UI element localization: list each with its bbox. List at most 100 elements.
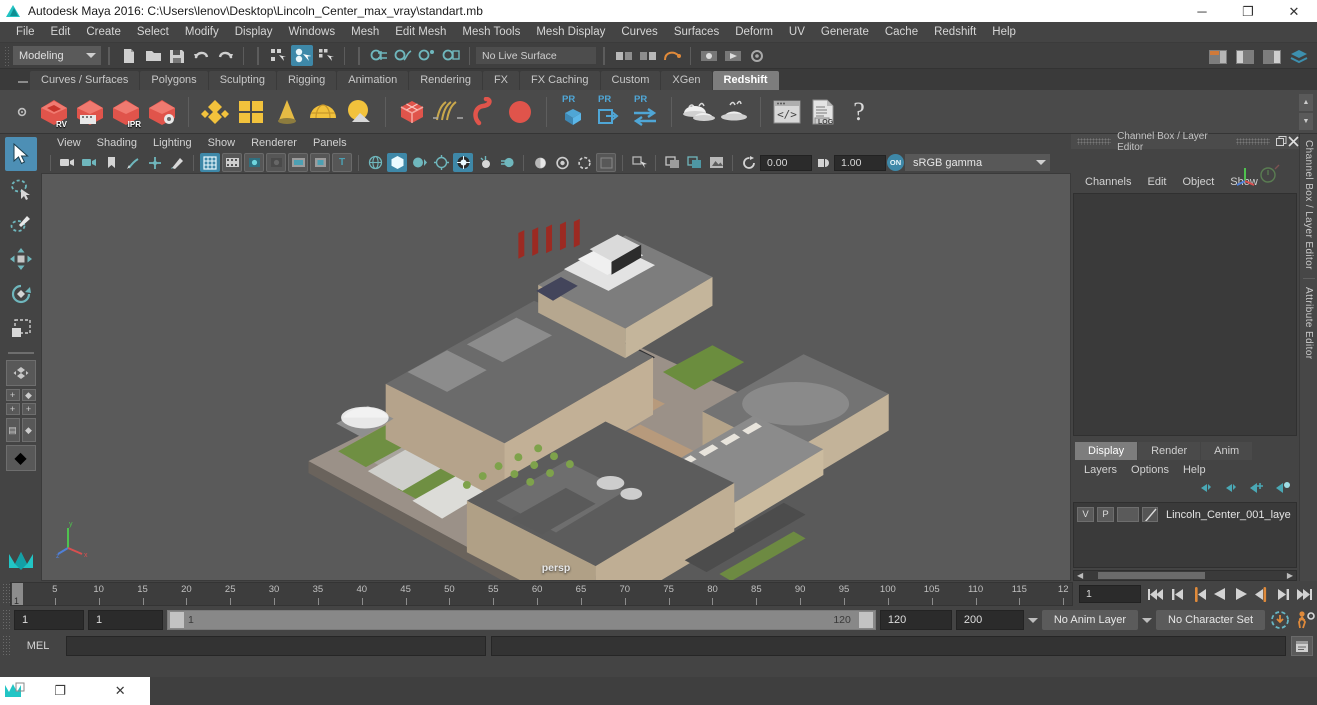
exposure-reset-icon[interactable] [739, 153, 759, 172]
layer-state-toggle[interactable] [1117, 507, 1139, 522]
exposure-swatch-icon[interactable] [596, 153, 616, 172]
layout-quad-cell[interactable]: + [5, 389, 20, 401]
redshift-hair-button[interactable] [430, 93, 466, 131]
menu-redshift[interactable]: Redshift [926, 24, 984, 40]
panel-drag-handle[interactable] [1236, 138, 1271, 145]
new-layer-from-selected-icon[interactable] [1275, 481, 1291, 499]
menu-cache[interactable]: Cache [877, 24, 926, 40]
single-perspective-layout-button[interactable] [5, 360, 36, 386]
shelf-tab-animation[interactable]: Animation [337, 71, 409, 90]
paint-select-tool[interactable] [5, 207, 37, 241]
perspective-viewport[interactable]: y z x persp [41, 173, 1071, 581]
shelf-grip[interactable] [16, 74, 30, 90]
redshift-help-button[interactable]: ? [841, 93, 877, 131]
range-slider-grip[interactable] [2, 609, 10, 631]
step-back-frame-icon[interactable] [1189, 584, 1208, 604]
time-slider[interactable]: 1 5 10 15 20 25 30 35 40 45 50 55 60 65 70 75 80 85 90 95 1… [10, 582, 1073, 606]
show-hide-channel-box-icon[interactable] [1261, 46, 1283, 67]
layout-quad-cell[interactable]: ◆ [21, 389, 36, 401]
scale-tool[interactable] [5, 312, 37, 346]
layer-menu-layers[interactable]: Layers [1077, 463, 1124, 477]
redshift-ipr-button[interactable]: IPR [108, 93, 144, 131]
menu-help[interactable]: Help [984, 24, 1024, 40]
undock-icon[interactable] [1276, 136, 1287, 148]
wireframe-shading-icon[interactable] [365, 153, 385, 172]
menu-display[interactable]: Display [227, 24, 281, 40]
select-by-object-icon[interactable] [291, 45, 313, 66]
two-d-pan-zoom-icon[interactable] [145, 153, 165, 172]
redshift-render-settings-button[interactable] [144, 93, 180, 131]
layout-pane-cell[interactable]: ◆ [21, 418, 36, 442]
redo-icon[interactable] [214, 45, 236, 66]
viewport-menu-panels[interactable]: Panels [305, 136, 355, 150]
shelf-tab-fx[interactable]: FX [482, 71, 520, 90]
shelf-tab-rendering[interactable]: Rendering [409, 71, 482, 90]
move-tool[interactable] [5, 242, 37, 276]
select-by-component-icon[interactable] [315, 45, 337, 66]
redshift-dome-light-button[interactable] [305, 93, 341, 131]
animation-end-field[interactable]: 200 [955, 610, 1024, 630]
maximize-button[interactable]: ❐ [1225, 0, 1271, 22]
menu-select[interactable]: Select [129, 24, 177, 40]
menu-uv[interactable]: UV [781, 24, 813, 40]
menu-modify[interactable]: Modify [177, 24, 227, 40]
viewport-menu-view[interactable]: View [49, 136, 89, 150]
grease-pencil-icon[interactable] [167, 153, 187, 172]
range-start-field[interactable]: 1 [88, 610, 163, 630]
resolution-gate-icon[interactable] [244, 153, 264, 172]
layer-menu-options[interactable]: Options [1124, 463, 1176, 477]
chevron-down-icon[interactable] [1142, 617, 1153, 623]
tab-anim[interactable]: Anim [1201, 442, 1253, 460]
script-editor-icon[interactable] [1291, 636, 1313, 656]
redshift-render-view-button[interactable]: RV [36, 93, 72, 131]
command-language-label[interactable]: MEL [15, 640, 61, 652]
redshift-spot-light-button[interactable] [269, 93, 305, 131]
close-button[interactable]: ✕ [1271, 0, 1317, 22]
scroll-right-icon[interactable]: ▶ [1284, 571, 1296, 580]
shelf-tab-sculpting[interactable]: Sculpting [208, 71, 276, 90]
redshift-texture-button[interactable] [233, 93, 269, 131]
layout-quad-cell[interactable]: + [21, 403, 36, 415]
redshift-dome-light-1-button[interactable] [680, 93, 716, 131]
duplicate-view-icon[interactable] [662, 153, 682, 172]
redshift-script-editor-button[interactable]: </> [769, 93, 805, 131]
character-set-selector[interactable]: No Character Set [1156, 610, 1265, 630]
gamma-value-field[interactable]: 1.00 [834, 154, 886, 171]
shelf-tab-custom[interactable]: Custom [600, 71, 661, 90]
shelf-tab-redshift[interactable]: Redshift [712, 71, 779, 90]
two-pane-layout-button[interactable]: ▤ ◆ [5, 418, 36, 442]
show-hide-attribute-editor-icon[interactable] [1207, 46, 1229, 67]
menu-set-selector[interactable]: Modeling [13, 46, 101, 65]
maya-taskbar-icon[interactable] [0, 677, 30, 705]
film-gate-mask-icon[interactable] [288, 153, 308, 172]
step-back-keyframe-icon[interactable] [1168, 584, 1187, 604]
layer-name-label[interactable]: Lincoln_Center_001_laye [1166, 509, 1291, 521]
bookmark-icon[interactable] [101, 153, 121, 172]
gate-mask-icon[interactable] [266, 153, 286, 172]
channelbox-menu-channels[interactable]: Channels [1077, 174, 1139, 190]
color-management-toggle[interactable]: ON [887, 154, 904, 171]
render-settings-icon[interactable] [746, 45, 768, 66]
scrollbar-thumb[interactable] [1098, 572, 1205, 579]
smooth-shade-all-icon[interactable] [387, 153, 407, 172]
panel-drag-handle[interactable] [1077, 138, 1112, 145]
channelbox-menu-edit[interactable]: Edit [1139, 174, 1174, 190]
layer-visibility-toggle[interactable]: V [1077, 507, 1094, 522]
viewport-menu-renderer[interactable]: Renderer [243, 136, 305, 150]
layout-quad-cell[interactable]: + [5, 403, 20, 415]
shadows-icon[interactable] [453, 153, 473, 172]
xray-mode-icon[interactable] [552, 153, 572, 172]
new-scene-icon[interactable] [118, 45, 140, 66]
statusline-grip[interactable] [4, 45, 10, 66]
scroll-left-icon[interactable]: ◀ [1074, 571, 1086, 580]
command-input-field[interactable] [66, 636, 486, 656]
screen-space-ao-icon[interactable] [475, 153, 495, 172]
display-layer-list[interactable]: V P Lincoln_Center_001_laye [1073, 502, 1297, 568]
shade-wireframe-icon[interactable] [409, 153, 429, 172]
select-camera-icon[interactable] [57, 153, 77, 172]
tab-render[interactable]: Render [1138, 442, 1201, 460]
current-time-indicator[interactable]: 1 [12, 583, 23, 605]
menu-edit[interactable]: Edit [43, 24, 79, 40]
shelf-options-gear-icon[interactable] [8, 93, 36, 131]
close-icon[interactable] [1288, 136, 1299, 148]
